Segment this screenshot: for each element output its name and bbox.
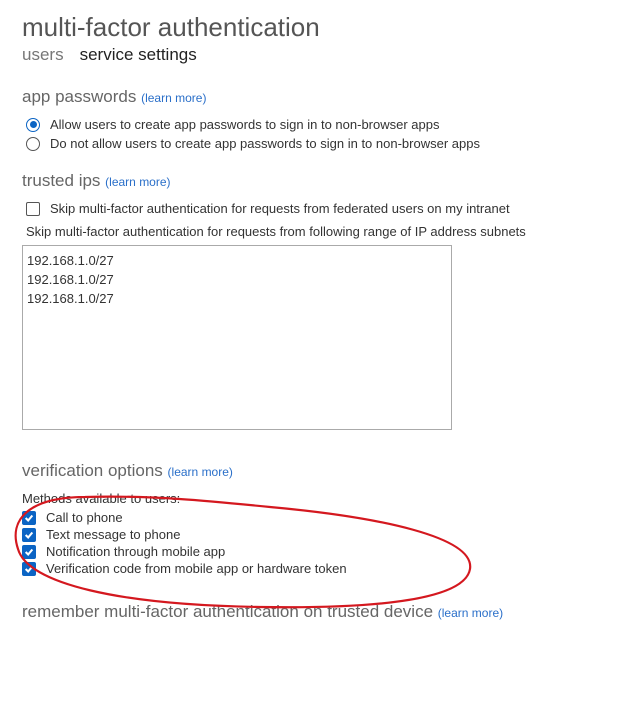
verification-code-label: Verification code from mobile app or har…	[46, 561, 347, 576]
section-trusted-ips-title: trusted ips	[22, 171, 100, 190]
section-app-passwords-title: app passwords	[22, 87, 136, 106]
check-row-verification-code[interactable]: Verification code from mobile app or har…	[22, 561, 618, 576]
skip-federated-label: Skip multi-factor authentication for req…	[50, 201, 510, 216]
tab-users[interactable]: users	[22, 45, 64, 65]
radio-disallow-app-passwords[interactable]	[26, 137, 40, 151]
learn-more-verification[interactable]: learn more	[168, 465, 233, 479]
methods-heading: Methods available to users:	[22, 491, 618, 506]
radio-allow-app-passwords[interactable]	[26, 118, 40, 132]
radio-row-allow-app-passwords[interactable]: Allow users to create app passwords to s…	[22, 117, 618, 132]
call-to-phone-label: Call to phone	[46, 510, 123, 525]
checkbox-verification-code[interactable]	[22, 562, 36, 576]
subnets-heading: Skip multi-factor authentication for req…	[26, 224, 618, 239]
page-title: multi-factor authentication	[22, 12, 618, 43]
check-row-notification-app[interactable]: Notification through mobile app	[22, 544, 618, 559]
check-row-call-to-phone[interactable]: Call to phone	[22, 510, 618, 525]
ip-subnets-textarea[interactable]	[22, 245, 452, 430]
radio-row-disallow-app-passwords[interactable]: Do not allow users to create app passwor…	[22, 136, 618, 151]
check-row-text-message[interactable]: Text message to phone	[22, 527, 618, 542]
radio-allow-label: Allow users to create app passwords to s…	[50, 117, 439, 132]
checkbox-text-message[interactable]	[22, 528, 36, 542]
notification-app-label: Notification through mobile app	[46, 544, 225, 559]
checkbox-skip-federated[interactable]	[26, 202, 40, 216]
section-verification-title: verification options	[22, 461, 163, 480]
checkbox-notification-app[interactable]	[22, 545, 36, 559]
tab-service-settings[interactable]: service settings	[80, 45, 197, 65]
section-remember-mfa-title: remember multi-factor authentication on …	[22, 602, 433, 621]
learn-more-trusted-ips[interactable]: learn more	[105, 175, 170, 189]
radio-disallow-label: Do not allow users to create app passwor…	[50, 136, 480, 151]
methods-list: Call to phone Text message to phone Noti…	[22, 510, 618, 576]
learn-more-remember-mfa[interactable]: learn more	[438, 606, 503, 620]
section-app-passwords: app passwords learn more	[22, 87, 618, 107]
learn-more-app-passwords[interactable]: learn more	[141, 91, 206, 105]
section-remember-mfa: remember multi-factor authentication on …	[22, 602, 618, 622]
checkbox-call-to-phone[interactable]	[22, 511, 36, 525]
check-row-skip-federated[interactable]: Skip multi-factor authentication for req…	[22, 201, 618, 216]
text-message-label: Text message to phone	[46, 527, 180, 542]
section-trusted-ips: trusted ips learn more	[22, 171, 618, 191]
section-verification-options: verification options learn more	[22, 461, 618, 481]
tab-bar: users service settings	[22, 45, 618, 65]
